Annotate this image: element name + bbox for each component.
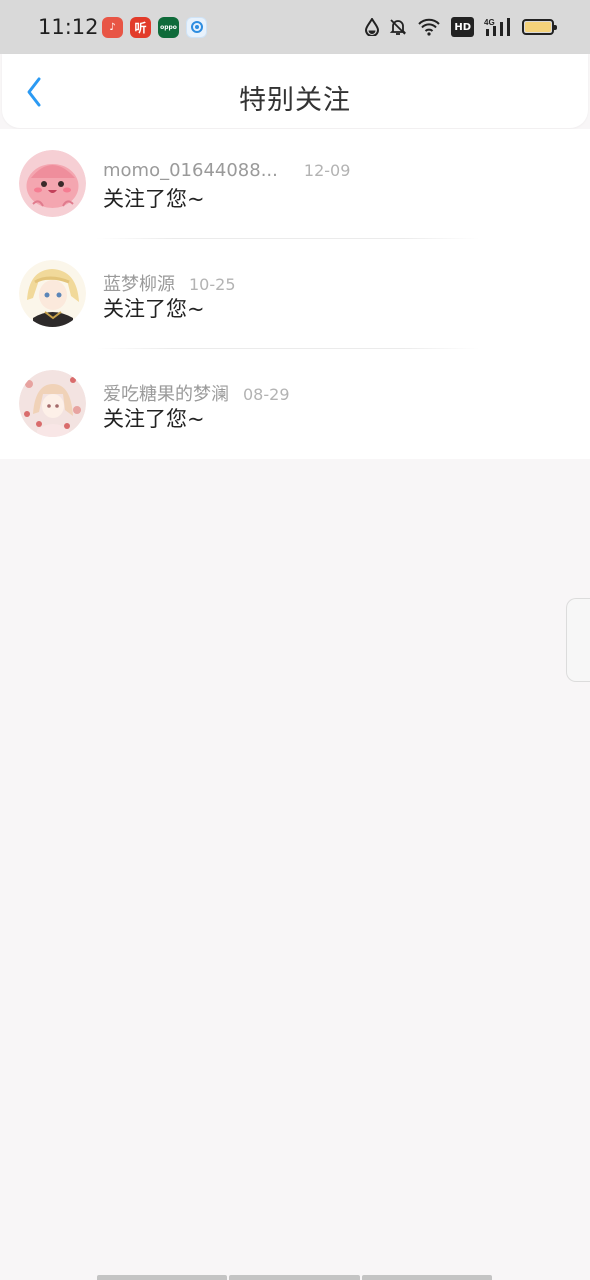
music-app-icon: ♪ xyxy=(102,16,123,38)
status-right: HD 4G xyxy=(365,17,557,37)
wifi-icon xyxy=(417,17,441,37)
follower-name: 蓝梦柳源 xyxy=(103,274,175,295)
signal-4g-icon: 4G xyxy=(484,17,512,37)
follow-message: 关注了您~ xyxy=(103,187,205,211)
status-bar: 11:12 ♪ 听 oppo HD 4G xyxy=(0,0,590,54)
follow-message: 关注了您~ xyxy=(103,297,205,321)
battery-icon xyxy=(522,19,557,35)
listen-app-icon: 听 xyxy=(130,16,151,38)
hd-badge: HD xyxy=(451,17,474,37)
follower-name: 爱吃糖果的梦澜 xyxy=(103,384,229,405)
gesture-nav-bar[interactable] xyxy=(97,1275,492,1280)
svg-text:4G: 4G xyxy=(484,18,495,27)
bell-muted-icon xyxy=(389,17,407,37)
nav-segment-left[interactable] xyxy=(97,1275,228,1280)
notification-app-icons: ♪ 听 oppo xyxy=(102,16,207,38)
page-title: 特别关注 xyxy=(239,85,351,116)
nav-segment-right[interactable] xyxy=(361,1275,492,1280)
follower-name: momo_01644088... xyxy=(103,160,278,181)
list-item[interactable]: 爱吃糖果的梦澜 08-29 关注了您~ xyxy=(0,349,590,459)
avatar[interactable] xyxy=(19,150,86,217)
title-bar: 特别关注 xyxy=(2,54,588,128)
nav-segment-center[interactable] xyxy=(229,1275,360,1280)
status-time: 11:12 xyxy=(38,15,99,39)
follow-message: 关注了您~ xyxy=(103,407,205,431)
follower-name-row: momo_01644088... 12-09 xyxy=(103,160,350,181)
oppo-app-icon: oppo xyxy=(158,16,179,38)
avatar[interactable] xyxy=(19,370,86,437)
list-item[interactable]: 蓝梦柳源 10-25 关注了您~ xyxy=(0,239,590,349)
screen: 11:12 ♪ 听 oppo HD 4G 特别关注 momo_01644088.… xyxy=(0,0,590,1280)
follow-date: 08-29 xyxy=(243,385,290,404)
browser-app-icon xyxy=(186,16,207,38)
special-follow-list: momo_01644088... 12-09 关注了您~ 蓝梦柳源 10-25 … xyxy=(0,129,590,459)
side-drawer-handle[interactable] xyxy=(566,598,590,682)
list-item[interactable]: momo_01644088... 12-09 关注了您~ xyxy=(0,129,590,239)
water-drop-icon xyxy=(365,17,380,37)
follow-date: 10-25 xyxy=(189,275,236,294)
follow-date: 12-09 xyxy=(303,161,351,180)
avatar[interactable] xyxy=(19,260,86,327)
